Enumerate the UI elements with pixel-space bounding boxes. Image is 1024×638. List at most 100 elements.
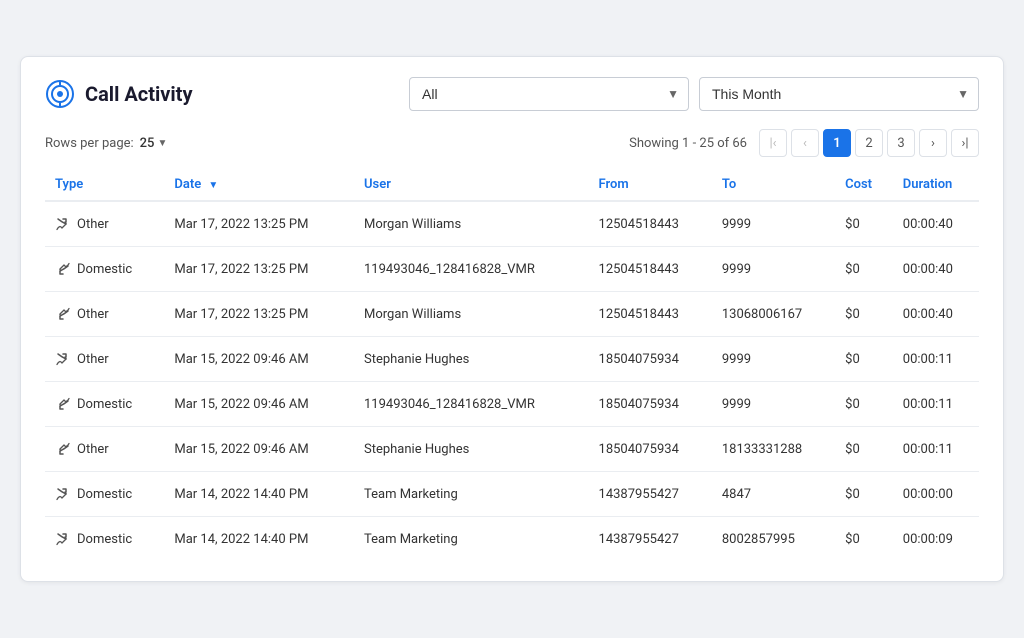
type-label: Domestic xyxy=(77,397,132,412)
table-body: Other Mar 17, 2022 13:25 PMMorgan William… xyxy=(45,201,979,561)
pagination-controls: Showing 1 - 25 of 66 |‹ ‹ 1 2 3 › ›| xyxy=(629,129,979,157)
cell-type: Domestic xyxy=(45,247,164,292)
cell-cost: $0 xyxy=(835,292,893,337)
col-user: User xyxy=(354,169,589,201)
outbound-call-icon xyxy=(55,486,71,502)
cell-duration: 00:00:40 xyxy=(893,201,979,247)
rows-per-page-control: Rows per page: 25 ▼ xyxy=(45,136,167,151)
call-activity-table: Type Date ▼ User From To Cost Duration O… xyxy=(45,169,979,561)
rows-per-page-arrow-icon: ▼ xyxy=(157,138,167,149)
table-row: Other Mar 15, 2022 09:46 AMStephanie Hugh… xyxy=(45,427,979,472)
cell-user: Team Marketing xyxy=(354,472,589,517)
cell-duration: 00:00:40 xyxy=(893,292,979,337)
col-duration: Duration xyxy=(893,169,979,201)
page-1-button[interactable]: 1 xyxy=(823,129,851,157)
cell-date: Mar 17, 2022 13:25 PM xyxy=(164,247,354,292)
outbound-call-icon xyxy=(55,216,71,232)
table-header: Type Date ▼ User From To Cost Duration xyxy=(45,169,979,201)
sort-icon: ▼ xyxy=(208,180,218,191)
inbound-call-icon xyxy=(55,306,71,322)
page-3-button[interactable]: 3 xyxy=(887,129,915,157)
next-page-button[interactable]: › xyxy=(919,129,947,157)
cell-to: 13068006167 xyxy=(712,292,835,337)
outbound-call-icon xyxy=(55,351,71,367)
cell-cost: $0 xyxy=(835,337,893,382)
type-label: Domestic xyxy=(77,487,132,502)
cell-cost: $0 xyxy=(835,472,893,517)
cell-type: Domestic xyxy=(45,382,164,427)
cell-user: 119493046_128416828_VMR xyxy=(354,247,589,292)
scope-select[interactable]: All xyxy=(409,77,689,111)
header-controls: All ▼ This Month Last Month This Week La… xyxy=(409,77,979,111)
cell-cost: $0 xyxy=(835,382,893,427)
period-select[interactable]: This Month Last Month This Week Last Wee… xyxy=(699,77,979,111)
cell-from: 18504075934 xyxy=(589,427,712,472)
cell-from: 12504518443 xyxy=(589,247,712,292)
inbound-call-icon xyxy=(55,441,71,457)
table-row: Domestic Mar 14, 2022 14:40 PMTeam Market… xyxy=(45,472,979,517)
col-from: From xyxy=(589,169,712,201)
cell-cost: $0 xyxy=(835,247,893,292)
prev-page-button[interactable]: ‹ xyxy=(791,129,819,157)
cell-duration: 00:00:09 xyxy=(893,517,979,562)
col-to: To xyxy=(712,169,835,201)
cell-duration: 00:00:40 xyxy=(893,247,979,292)
page-header: Call Activity All ▼ This Month Last Mont… xyxy=(45,77,979,111)
cell-to: 9999 xyxy=(712,201,835,247)
cell-from: 14387955427 xyxy=(589,517,712,562)
call-activity-card: Call Activity All ▼ This Month Last Mont… xyxy=(20,56,1004,582)
cell-cost: $0 xyxy=(835,201,893,247)
cell-duration: 00:00:11 xyxy=(893,337,979,382)
cell-user: Morgan Williams xyxy=(354,292,589,337)
cell-duration: 00:00:00 xyxy=(893,472,979,517)
cell-to: 4847 xyxy=(712,472,835,517)
cell-duration: 00:00:11 xyxy=(893,427,979,472)
cell-from: 14387955427 xyxy=(589,472,712,517)
header-left: Call Activity xyxy=(45,79,193,109)
cell-date: Mar 15, 2022 09:46 AM xyxy=(164,382,354,427)
cell-to: 9999 xyxy=(712,247,835,292)
cell-to: 9999 xyxy=(712,337,835,382)
col-type: Type xyxy=(45,169,164,201)
table-row: DomesticMar 15, 2022 09:46 AM119493046_1… xyxy=(45,382,979,427)
rows-per-page-selector[interactable]: 25 ▼ xyxy=(140,136,168,151)
page-2-button[interactable]: 2 xyxy=(855,129,883,157)
cell-user: Stephanie Hughes xyxy=(354,427,589,472)
last-page-button[interactable]: ›| xyxy=(951,129,979,157)
period-select-wrapper[interactable]: This Month Last Month This Week Last Wee… xyxy=(699,77,979,111)
page-title: Call Activity xyxy=(85,82,193,106)
cell-date: Mar 14, 2022 14:40 PM xyxy=(164,472,354,517)
cell-type: Domestic xyxy=(45,472,164,517)
cell-user: Team Marketing xyxy=(354,517,589,562)
target-icon xyxy=(45,79,75,109)
cell-user: Morgan Williams xyxy=(354,201,589,247)
type-label: Other xyxy=(77,442,109,457)
cell-to: 9999 xyxy=(712,382,835,427)
table-row: Other Mar 17, 2022 13:25 PMMorgan William… xyxy=(45,201,979,247)
cell-duration: 00:00:11 xyxy=(893,382,979,427)
cell-date: Mar 14, 2022 14:40 PM xyxy=(164,517,354,562)
cell-cost: $0 xyxy=(835,427,893,472)
outbound-call-icon xyxy=(55,531,71,547)
cell-cost: $0 xyxy=(835,517,893,562)
cell-type: Other xyxy=(45,427,164,472)
cell-date: Mar 17, 2022 13:25 PM xyxy=(164,201,354,247)
table-row: OtherMar 15, 2022 09:46 AMStephanie Hugh… xyxy=(45,337,979,382)
cell-type: Other xyxy=(45,292,164,337)
first-page-button[interactable]: |‹ xyxy=(759,129,787,157)
cell-date: Mar 15, 2022 09:46 AM xyxy=(164,427,354,472)
cell-from: 18504075934 xyxy=(589,382,712,427)
col-date[interactable]: Date ▼ xyxy=(164,169,354,201)
cell-to: 8002857995 xyxy=(712,517,835,562)
toolbar: Rows per page: 25 ▼ Showing 1 - 25 of 66… xyxy=(45,129,979,157)
type-label: Other xyxy=(77,352,109,367)
inbound-call-icon xyxy=(55,396,71,412)
table-row: OtherMar 17, 2022 13:25 PMMorgan William… xyxy=(45,292,979,337)
col-cost: Cost xyxy=(835,169,893,201)
type-label: Other xyxy=(77,307,109,322)
scope-select-wrapper[interactable]: All ▼ xyxy=(409,77,689,111)
rows-per-page-value: 25 xyxy=(140,136,155,151)
type-label: Domestic xyxy=(77,532,132,547)
cell-date: Mar 15, 2022 09:46 AM xyxy=(164,337,354,382)
type-label: Other xyxy=(77,217,109,232)
